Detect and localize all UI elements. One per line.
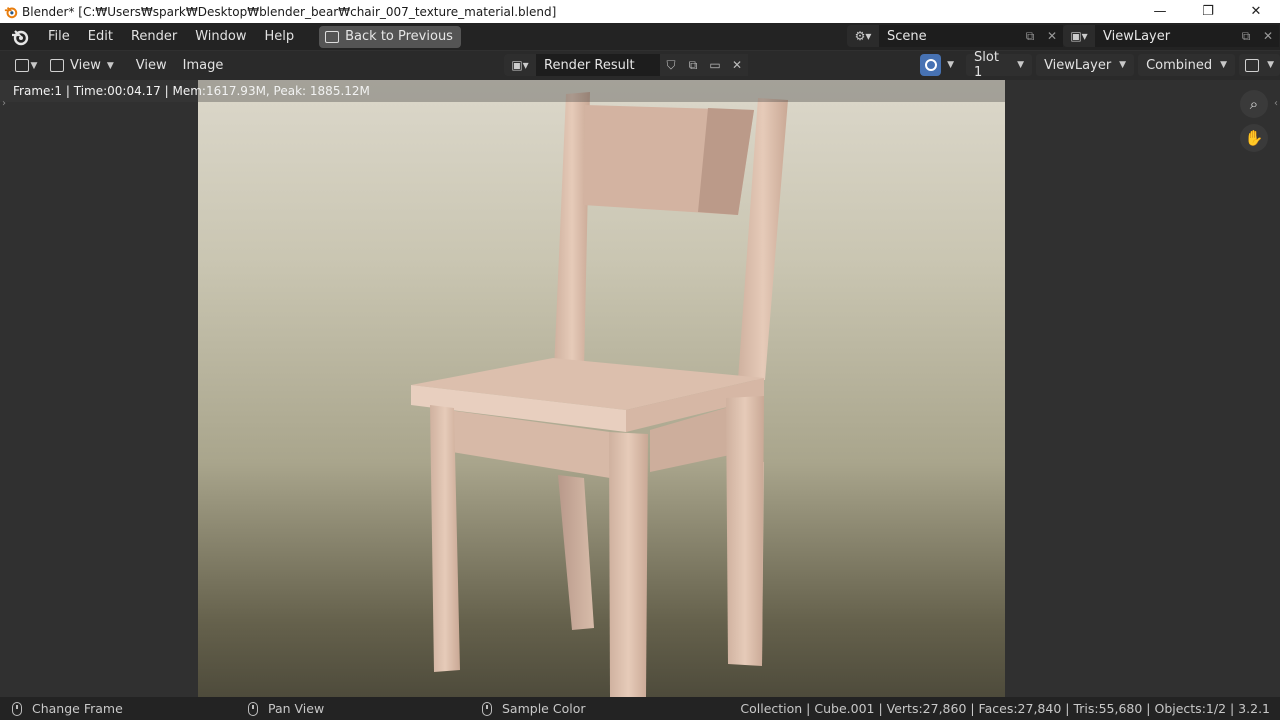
status-middle-label: Pan View — [268, 701, 325, 716]
chevron-down-icon: ▼ — [1220, 60, 1228, 70]
menu-file[interactable]: File — [39, 26, 79, 48]
blender-app-icon — [4, 6, 18, 18]
back-screen-icon — [325, 30, 340, 43]
mouse-right-icon — [482, 701, 492, 716]
scene-new-icon[interactable]: ⧉ — [1019, 25, 1041, 47]
render-view-controls: ▼ Slot 1 ▼ ViewLayer ▼ Combined ▼ ▼ — [920, 50, 1280, 80]
view-layer-remove-icon[interactable]: ✕ — [1257, 25, 1279, 47]
view-mode-label: View — [70, 58, 101, 73]
status-bar: Change Frame Pan View Sample Color Colle… — [0, 697, 1280, 720]
render-info-text: Frame:1 | Time:00:04.17 | Mem:1617.93M, … — [13, 84, 370, 98]
menu-render[interactable]: Render — [122, 26, 186, 48]
window-title: Blender* [C:₩Users₩spark₩Desktop₩blender… — [22, 4, 557, 19]
image-editor-icon — [14, 59, 29, 72]
status-sample-color: Sample Color — [482, 701, 585, 716]
pass-label: Combined — [1146, 57, 1213, 73]
image-browse-icon[interactable]: ▣▾ — [504, 54, 536, 76]
view-layer-name-field[interactable]: ViewLayer — [1095, 25, 1235, 47]
top-bar: File Edit Render Window Help Back to Pre… — [0, 23, 1280, 50]
chevron-down-icon: ▼ — [1267, 60, 1274, 70]
image-editor-header: ▼ View ▼ View Image ▣▾ Render Result ⛉ ⧉… — [0, 50, 1280, 80]
status-right-label: Sample Color — [502, 701, 586, 716]
chevron-down-icon: ▼ — [1119, 60, 1127, 70]
overlay-icon — [924, 59, 937, 71]
blender-logo-icon[interactable] — [10, 27, 30, 47]
view-layer-browse-icon[interactable]: ▣▾ — [1063, 25, 1095, 47]
layer-dropdown[interactable]: ViewLayer ▼ — [1036, 54, 1135, 76]
menu-edit[interactable]: Edit — [79, 26, 122, 48]
display-mode-dropdown[interactable]: ▼ — [1239, 54, 1280, 76]
chevron-down-icon: ▼ — [1017, 60, 1025, 70]
slot-dropdown[interactable]: Slot 1 ▼ — [966, 50, 1033, 80]
chevron-down-icon: ▼ — [30, 60, 38, 71]
image-name-field[interactable]: Render Result — [536, 54, 660, 76]
scene-browse-icon[interactable]: ⚙▾ — [847, 25, 879, 47]
close-window-button[interactable]: ✕ — [1232, 0, 1280, 23]
chevron-down-icon[interactable]: ▼ — [947, 60, 954, 70]
sidebar-expand-icon[interactable]: ‹ — [1274, 98, 1278, 109]
mouse-left-icon — [12, 701, 22, 716]
window-titlebar: Blender* [C:₩Users₩spark₩Desktop₩blender… — [0, 0, 1280, 23]
render-result-image — [198, 80, 1005, 697]
open-folder-icon[interactable]: ▭ — [704, 54, 726, 76]
restore-button[interactable]: ❐ — [1184, 0, 1232, 23]
scene-statistics: Collection | Cube.001 | Verts:27,860 | F… — [740, 701, 1270, 716]
view-mode-dropdown[interactable]: View ▼ — [50, 55, 114, 77]
scene-name-field[interactable]: Scene — [879, 25, 1019, 47]
display-channels-button[interactable] — [920, 54, 942, 76]
chevron-down-icon: ▼ — [106, 60, 114, 71]
layer-label: ViewLayer — [1044, 57, 1112, 73]
status-left-label: Change Frame — [32, 701, 123, 716]
status-pan-view: Pan View — [248, 701, 324, 716]
scene-remove-icon[interactable]: ✕ — [1041, 25, 1063, 47]
chair-render — [411, 92, 788, 697]
view-layer-new-icon[interactable]: ⧉ — [1235, 25, 1257, 47]
view-mode-icon — [50, 59, 64, 72]
menu-window[interactable]: Window — [186, 26, 255, 48]
menu-view[interactable]: View — [128, 58, 175, 73]
scene-selector: ⚙▾ Scene ⧉ ✕ — [847, 25, 1063, 47]
menu-help[interactable]: Help — [256, 26, 304, 48]
minimize-button[interactable]: — — [1136, 0, 1184, 23]
menu-image[interactable]: Image — [175, 58, 232, 73]
display-mode-icon — [1245, 58, 1260, 72]
unlink-image-icon[interactable]: ✕ — [726, 54, 748, 76]
pan-hand-icon[interactable]: ✋ — [1240, 124, 1268, 152]
zoom-icon[interactable]: ⌕ — [1240, 90, 1268, 118]
slot-label: Slot 1 — [974, 50, 999, 80]
image-selector: ▣▾ Render Result ⛉ ⧉ ▭ ✕ — [504, 54, 748, 76]
back-to-previous-label: Back to Previous — [345, 29, 453, 44]
pass-dropdown[interactable]: Combined ▼ — [1138, 54, 1236, 76]
editor-type-dropdown[interactable]: ▼ — [10, 55, 42, 77]
status-change-frame: Change Frame — [12, 701, 123, 716]
new-image-icon[interactable]: ⧉ — [682, 54, 704, 76]
fake-user-shield-icon[interactable]: ⛉ — [660, 54, 682, 76]
back-to-previous-button[interactable]: Back to Previous — [319, 25, 461, 48]
view-layer-selector: ▣▾ ViewLayer ⧉ ✕ — [1063, 25, 1279, 47]
toolbar-expand-icon[interactable]: › — [2, 98, 6, 109]
mouse-middle-icon — [248, 701, 258, 716]
image-viewport[interactable]: Frame:1 | Time:00:04.17 | Mem:1617.93M, … — [0, 80, 1280, 697]
